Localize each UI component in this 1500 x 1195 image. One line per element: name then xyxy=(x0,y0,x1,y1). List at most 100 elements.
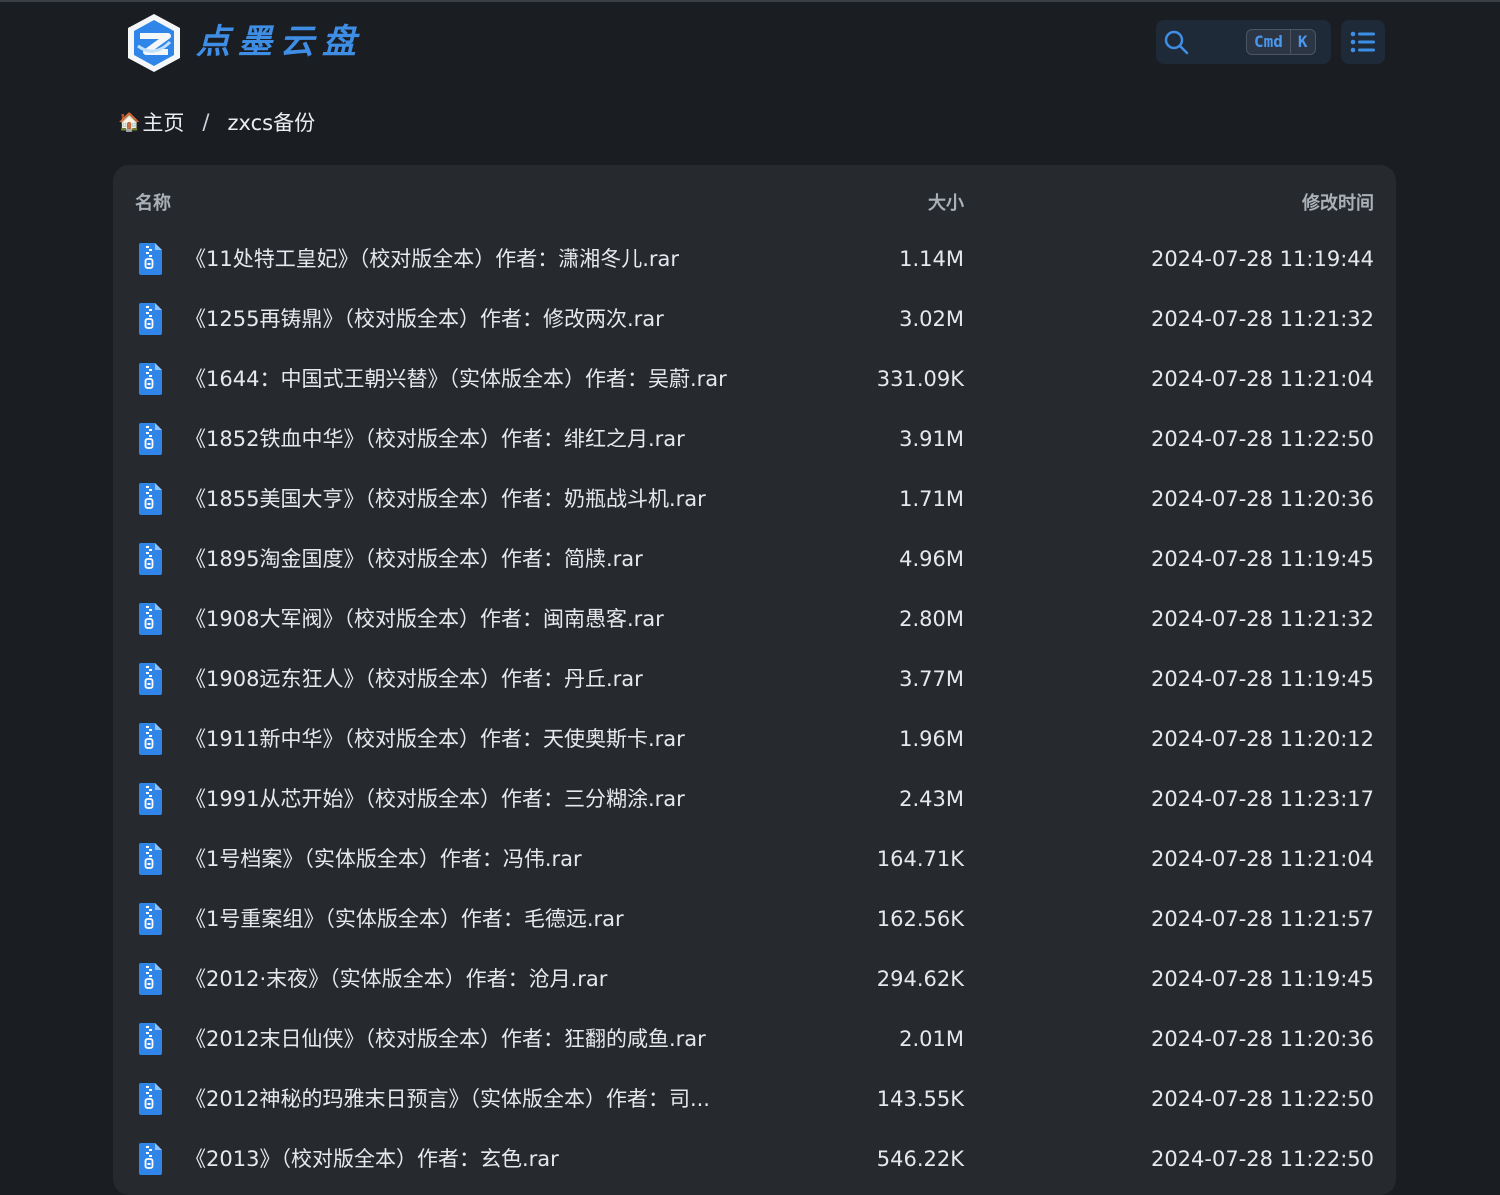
file-name[interactable]: 《1991从芯开始》（校对版全本）作者：三分糊涂.rar xyxy=(185,784,815,814)
file-name[interactable]: 《1908远东狂人》（校对版全本）作者：丹丘.rar xyxy=(185,664,815,694)
file-modified: 2024-07-28 11:21:04 xyxy=(1150,367,1374,391)
table-row[interactable]: 《1855美国大亨》（校对版全本）作者：奶瓶战斗机.rar 1.71M 2024-0… xyxy=(113,470,1396,530)
file-modified: 2024-07-28 11:19:44 xyxy=(1150,247,1374,271)
archive-file-icon xyxy=(137,242,163,276)
search-icon xyxy=(1164,30,1189,55)
header-name[interactable]: 名称 xyxy=(135,189,171,215)
table-row[interactable]: 《1895淘金国度》（校对版全本）作者：简牍.rar 4.96M 2024-07-2… xyxy=(113,530,1396,590)
header-size[interactable]: 大小 xyxy=(928,189,964,215)
table-header: 名称 大小 修改时间 xyxy=(113,185,1396,217)
list-icon xyxy=(1350,31,1375,53)
file-size: 2.43M xyxy=(899,787,964,811)
file-name[interactable]: 《1号重案组》（实体版全本）作者：毛德远.rar xyxy=(185,904,815,934)
header-modified[interactable]: 修改时间 xyxy=(1302,189,1374,215)
archive-file-icon xyxy=(137,482,163,516)
archive-file-icon xyxy=(137,422,163,456)
file-size: 3.02M xyxy=(899,307,964,331)
file-size: 4.96M xyxy=(899,547,964,571)
archive-file-icon xyxy=(137,662,163,696)
file-name[interactable]: 《2012末日仙侠》（校对版全本）作者：狂翻的咸鱼.rar xyxy=(185,1024,815,1054)
file-name[interactable]: 《1255再铸鼎》（校对版全本）作者：修改两次.rar xyxy=(185,304,815,334)
table-row[interactable]: 《1911新中华》（校对版全本）作者：天使奥斯卡.rar 1.96M 2024-07… xyxy=(113,710,1396,770)
table-row[interactable]: 《2012·末夜》（实体版全本）作者：沧月.rar 294.62K 2024-07-… xyxy=(113,950,1396,1010)
file-name[interactable]: 《1895淘金国度》（校对版全本）作者：简牍.rar xyxy=(185,544,815,574)
file-modified: 2024-07-28 11:23:17 xyxy=(1150,787,1374,811)
brand-name[interactable]: 点墨云盘 xyxy=(196,20,364,64)
menu-button[interactable] xyxy=(1341,20,1385,64)
file-modified: 2024-07-28 11:19:45 xyxy=(1150,667,1374,691)
file-size: 294.62K xyxy=(876,967,964,991)
table-row[interactable]: 《11处特工皇妃》（校对版全本）作者：潇湘冬儿.rar 1.14M 2024-07-… xyxy=(113,230,1396,290)
archive-file-icon xyxy=(137,542,163,576)
file-size: 3.77M xyxy=(899,667,964,691)
file-size: 546.22K xyxy=(876,1147,964,1171)
table-row[interactable]: 《1号档案》（实体版全本）作者：冯伟.rar 164.71K 2024-07-28 … xyxy=(113,830,1396,890)
table-row[interactable]: 《2013》（校对版全本）作者：玄色.rar 546.22K 2024-07-28 … xyxy=(113,1130,1396,1190)
header: 点墨云盘 Cmd K xyxy=(0,0,1500,90)
file-name[interactable]: 《1852铁血中华》（校对版全本）作者：绯红之月.rar xyxy=(185,424,815,454)
file-list-panel: 名称 大小 修改时间 《11处特工皇妃》（校对版全本）作者：潇湘冬儿.rar 1.… xyxy=(113,165,1396,1195)
file-size: 164.71K xyxy=(876,847,964,871)
file-size: 1.96M xyxy=(899,727,964,751)
archive-file-icon xyxy=(137,1022,163,1056)
file-size: 2.01M xyxy=(899,1027,964,1051)
file-modified: 2024-07-28 11:19:45 xyxy=(1150,967,1374,991)
file-modified: 2024-07-28 11:20:36 xyxy=(1150,1027,1374,1051)
file-size: 1.71M xyxy=(899,487,964,511)
file-modified: 2024-07-28 11:21:32 xyxy=(1150,307,1374,331)
archive-file-icon xyxy=(137,722,163,756)
archive-file-icon xyxy=(137,962,163,996)
table-row[interactable]: 《2012神秘的玛雅末日预言》（实体版全本）作者：司... 143.55K 2024… xyxy=(113,1070,1396,1130)
file-name[interactable]: 《2013》（校对版全本）作者：玄色.rar xyxy=(185,1144,815,1174)
file-modified: 2024-07-28 11:21:57 xyxy=(1150,907,1374,931)
archive-file-icon xyxy=(137,602,163,636)
file-name[interactable]: 《1911新中华》（校对版全本）作者：天使奥斯卡.rar xyxy=(185,724,815,754)
file-name[interactable]: 《11处特工皇妃》（校对版全本）作者：潇湘冬儿.rar xyxy=(185,244,815,274)
file-modified: 2024-07-28 11:20:12 xyxy=(1150,727,1374,751)
breadcrumb-current[interactable]: zxcs备份 xyxy=(228,107,316,137)
table-row[interactable]: 《1644：中国式王朝兴替》（实体版全本）作者：吴蔚.rar 331.09K 202… xyxy=(113,350,1396,410)
file-name[interactable]: 《1855美国大亨》（校对版全本）作者：奶瓶战斗机.rar xyxy=(185,484,815,514)
search-shortcut: Cmd K xyxy=(1246,29,1316,55)
file-name[interactable]: 《1908大军阀》（校对版全本）作者：闽南愚客.rar xyxy=(185,604,815,634)
table-row[interactable]: 《1号重案组》（实体版全本）作者：毛德远.rar 162.56K 2024-07-2… xyxy=(113,890,1396,950)
file-name[interactable]: 《1号档案》（实体版全本）作者：冯伟.rar xyxy=(185,844,815,874)
table-row[interactable]: 《1255再铸鼎》（校对版全本）作者：修改两次.rar 3.02M 2024-07-… xyxy=(113,290,1396,350)
archive-file-icon xyxy=(137,302,163,336)
file-modified: 2024-07-28 11:19:45 xyxy=(1150,547,1374,571)
table-row[interactable]: 《1908远东狂人》（校对版全本）作者：丹丘.rar 3.77M 2024-07-2… xyxy=(113,650,1396,710)
archive-file-icon xyxy=(137,782,163,816)
table-row[interactable]: 《1908大军阀》（校对版全本）作者：闽南愚客.rar 2.80M 2024-07-… xyxy=(113,590,1396,650)
file-name[interactable]: 《2012神秘的玛雅末日预言》（实体版全本）作者：司... xyxy=(185,1084,815,1114)
file-modified: 2024-07-28 11:22:50 xyxy=(1150,1087,1374,1111)
archive-file-icon xyxy=(137,842,163,876)
file-size: 1.14M xyxy=(899,247,964,271)
file-size: 143.55K xyxy=(876,1087,964,1111)
table-row[interactable]: 《1852铁血中华》（校对版全本）作者：绯红之月.rar 3.91M 2024-07… xyxy=(113,410,1396,470)
file-modified: 2024-07-28 11:22:50 xyxy=(1150,1147,1374,1171)
file-name[interactable]: 《1644：中国式王朝兴替》（实体版全本）作者：吴蔚.rar xyxy=(185,364,815,394)
file-name[interactable]: 《2012·末夜》（实体版全本）作者：沧月.rar xyxy=(185,964,815,994)
archive-file-icon xyxy=(137,362,163,396)
search-button[interactable]: Cmd K xyxy=(1156,20,1331,64)
table-row[interactable]: 《2012末日仙侠》（校对版全本）作者：狂翻的咸鱼.rar 2.01M 2024-0… xyxy=(113,1010,1396,1070)
breadcrumb: 🏠 主页 / zxcs备份 xyxy=(118,106,315,138)
logo-icon[interactable] xyxy=(124,12,184,74)
shortcut-mod-key: Cmd xyxy=(1254,32,1283,51)
file-size: 3.91M xyxy=(899,427,964,451)
file-size: 2.80M xyxy=(899,607,964,631)
archive-file-icon xyxy=(137,902,163,936)
archive-file-icon xyxy=(137,1082,163,1116)
file-modified: 2024-07-28 11:21:32 xyxy=(1150,607,1374,631)
file-size: 162.56K xyxy=(876,907,964,931)
table-row[interactable]: 《1991从芯开始》（校对版全本）作者：三分糊涂.rar 2.43M 2024-07… xyxy=(113,770,1396,830)
home-icon: 🏠 xyxy=(118,111,141,133)
breadcrumb-home[interactable]: 主页 xyxy=(142,107,184,137)
file-modified: 2024-07-28 11:21:04 xyxy=(1150,847,1374,871)
shortcut-letter-key: K xyxy=(1289,30,1315,54)
archive-file-icon xyxy=(137,1142,163,1176)
file-size: 331.09K xyxy=(876,367,964,391)
breadcrumb-separator: / xyxy=(202,110,210,134)
file-modified: 2024-07-28 11:22:50 xyxy=(1150,427,1374,451)
file-modified: 2024-07-28 11:20:36 xyxy=(1150,487,1374,511)
